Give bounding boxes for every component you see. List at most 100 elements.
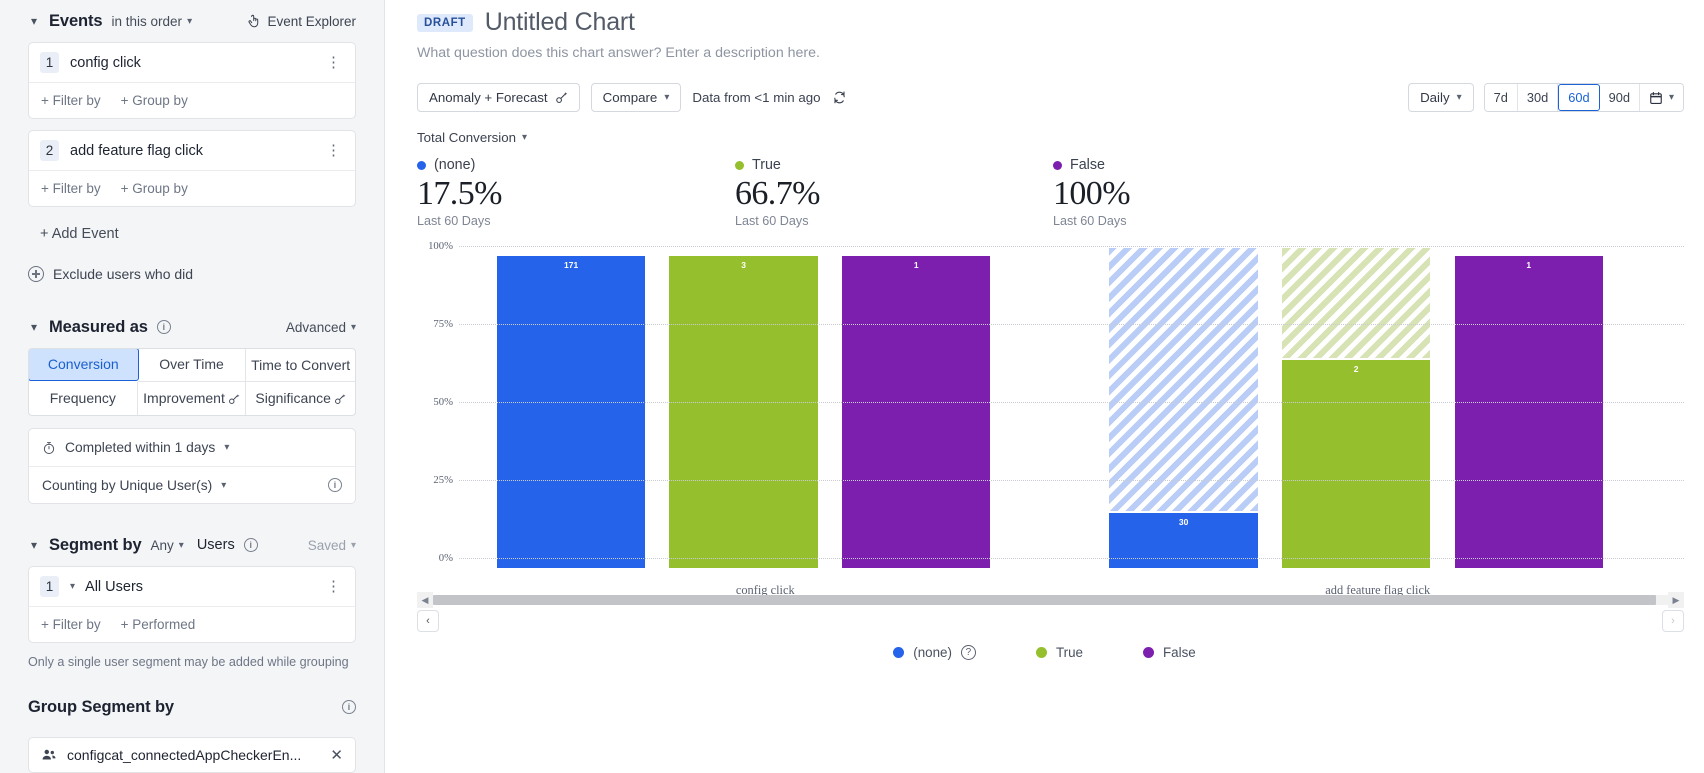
- bar-dropoff-hatched[interactable]: [1109, 248, 1257, 511]
- range-7d[interactable]: 7d: [1485, 84, 1518, 111]
- counting-by-label: Counting by Unique User(s): [42, 478, 212, 493]
- chevron-down-icon: ▾: [187, 16, 192, 27]
- segment-users-label: Users: [197, 537, 235, 553]
- refresh-button[interactable]: [832, 90, 847, 105]
- y-axis-tick-label: 25%: [417, 474, 453, 486]
- chevron-down-icon[interactable]: ▾: [28, 539, 40, 551]
- segment-performed-button[interactable]: + Performed: [121, 617, 196, 632]
- event-menu-icon[interactable]: ⋮: [323, 143, 344, 158]
- bar-value-label: 1: [842, 260, 990, 270]
- segment-add-filter-button[interactable]: + Filter by: [41, 617, 101, 632]
- completed-within-dropdown[interactable]: Completed within 1 days ▾: [29, 429, 355, 466]
- exclude-users-button[interactable]: Exclude users who did: [28, 266, 356, 282]
- segment-menu-icon[interactable]: ⋮: [323, 579, 344, 594]
- bar[interactable]: 171: [497, 256, 645, 568]
- event-name[interactable]: add feature flag click: [70, 143, 203, 159]
- info-icon[interactable]: i: [157, 320, 171, 334]
- legend-item[interactable]: (none)?: [893, 645, 976, 660]
- measure-option-frequency[interactable]: Frequency: [29, 382, 138, 415]
- help-icon[interactable]: ?: [961, 645, 976, 660]
- granularity-label: Daily: [1420, 90, 1450, 105]
- bar[interactable]: 30: [1109, 513, 1257, 568]
- segment-name[interactable]: All Users: [85, 579, 143, 595]
- y-axis-tick-label: 0%: [417, 552, 453, 564]
- scrollbar-track[interactable]: [433, 595, 1668, 605]
- range-60d[interactable]: 60d: [1558, 84, 1599, 111]
- measure-option-significance[interactable]: Significance: [246, 382, 355, 415]
- measured-as-title: Measured as: [49, 318, 148, 337]
- add-filter-button[interactable]: + Filter by: [41, 181, 101, 196]
- kpi-period: Last 60 Days: [417, 214, 735, 228]
- add-filter-button[interactable]: + Filter by: [41, 93, 101, 108]
- kpi-name: True: [752, 157, 781, 173]
- bar[interactable]: 1: [1455, 256, 1603, 568]
- event-filters: + Filter by + Group by: [29, 170, 355, 206]
- add-event-button[interactable]: + Add Event: [28, 218, 356, 242]
- event-row[interactable]: 1 config click ⋮: [29, 43, 355, 82]
- page-title[interactable]: Untitled Chart: [485, 8, 635, 37]
- hand-pointer-icon: [246, 14, 261, 29]
- scroll-right-icon[interactable]: ▶: [1668, 592, 1684, 608]
- info-icon[interactable]: i: [244, 538, 258, 552]
- next-page-button[interactable]: ›: [1662, 610, 1684, 632]
- bar-dropoff-hatched[interactable]: [1282, 248, 1430, 358]
- kpi-period: Last 60 Days: [735, 214, 1053, 228]
- range-90d[interactable]: 90d: [1600, 84, 1640, 111]
- scroll-left-icon[interactable]: ◀: [417, 592, 433, 608]
- add-groupby-button[interactable]: + Group by: [121, 181, 188, 196]
- events-order-dropdown[interactable]: in this order ▾: [112, 14, 193, 29]
- calendar-icon: [1649, 91, 1663, 105]
- bar[interactable]: 3: [669, 256, 817, 568]
- event-row[interactable]: 2 add feature flag click ⋮: [29, 131, 355, 170]
- anomaly-forecast-button[interactable]: Anomaly + Forecast: [417, 83, 580, 112]
- series-color-dot: [735, 161, 744, 170]
- chevron-down-icon[interactable]: ▾: [28, 321, 40, 333]
- advanced-label: Advanced: [286, 320, 346, 335]
- chevron-down-icon: ▾: [1669, 92, 1674, 103]
- chevron-down-icon[interactable]: ▾: [70, 581, 75, 592]
- range-30d[interactable]: 30d: [1518, 84, 1558, 111]
- chevron-down-icon: ▾: [351, 322, 356, 333]
- legend-item[interactable]: False: [1143, 645, 1196, 660]
- event-menu-icon[interactable]: ⋮: [323, 55, 344, 70]
- segment-note: Only a single user segment may be added …: [28, 654, 356, 670]
- chart-description-input[interactable]: What question does this chart answer? En…: [385, 37, 1704, 61]
- anomaly-forecast-label: Anomaly + Forecast: [429, 90, 548, 105]
- measured-as-options: Conversion Over Time Time to Convert Fre…: [28, 348, 356, 416]
- group-segment-chip-label: configcat_connectedAppCheckerEn...: [67, 747, 301, 763]
- calendar-picker-button[interactable]: ▾: [1640, 84, 1683, 111]
- measure-option-improvement[interactable]: Improvement: [138, 382, 247, 415]
- measure-option-conversion[interactable]: Conversion: [28, 348, 139, 381]
- bar[interactable]: 1: [842, 256, 990, 568]
- event-explorer-button[interactable]: Event Explorer: [246, 14, 356, 29]
- legend-item[interactable]: True: [1036, 645, 1083, 660]
- advanced-dropdown[interactable]: Advanced ▾: [286, 320, 356, 335]
- event-name[interactable]: config click: [70, 55, 141, 71]
- y-axis-tick-label: 50%: [417, 396, 453, 408]
- compare-button[interactable]: Compare ▾: [591, 83, 682, 112]
- bar[interactable]: 2: [1282, 360, 1430, 568]
- segment-by-section-header: ▾ Segment by Any ▾ Users i Saved ▾: [28, 524, 356, 566]
- info-icon[interactable]: i: [342, 700, 356, 714]
- events-title: Events: [49, 12, 103, 31]
- legend-label: True: [1056, 645, 1083, 660]
- chart-horizontal-scrollbar[interactable]: ◀ ▶: [417, 592, 1684, 608]
- chevron-down-icon: ▾: [522, 132, 527, 143]
- granularity-dropdown[interactable]: Daily ▾: [1408, 83, 1474, 112]
- prev-page-button[interactable]: ‹: [417, 610, 439, 632]
- metric-selector-dropdown[interactable]: Total Conversion ▾: [385, 112, 527, 145]
- chevron-down-icon[interactable]: ▾: [28, 15, 40, 27]
- measure-option-over-time[interactable]: Over Time: [138, 349, 247, 382]
- group-segment-chip[interactable]: configcat_connectedAppCheckerEn... ✕: [28, 737, 356, 773]
- segment-row[interactable]: 1 ▾ All Users ⋮: [29, 567, 355, 606]
- segment-any-dropdown[interactable]: Any ▾: [151, 538, 184, 553]
- measure-option-time-to-convert[interactable]: Time to Convert: [246, 349, 355, 382]
- close-icon[interactable]: ✕: [330, 746, 343, 764]
- counting-by-dropdown[interactable]: Counting by Unique User(s) ▾ i: [29, 466, 355, 503]
- scrollbar-thumb[interactable]: [433, 595, 1656, 605]
- info-icon[interactable]: i: [328, 478, 342, 492]
- series-color-dot: [1036, 647, 1047, 658]
- saved-dropdown[interactable]: Saved ▾: [308, 538, 356, 553]
- plus-circle-icon: [28, 266, 44, 282]
- add-groupby-button[interactable]: + Group by: [121, 93, 188, 108]
